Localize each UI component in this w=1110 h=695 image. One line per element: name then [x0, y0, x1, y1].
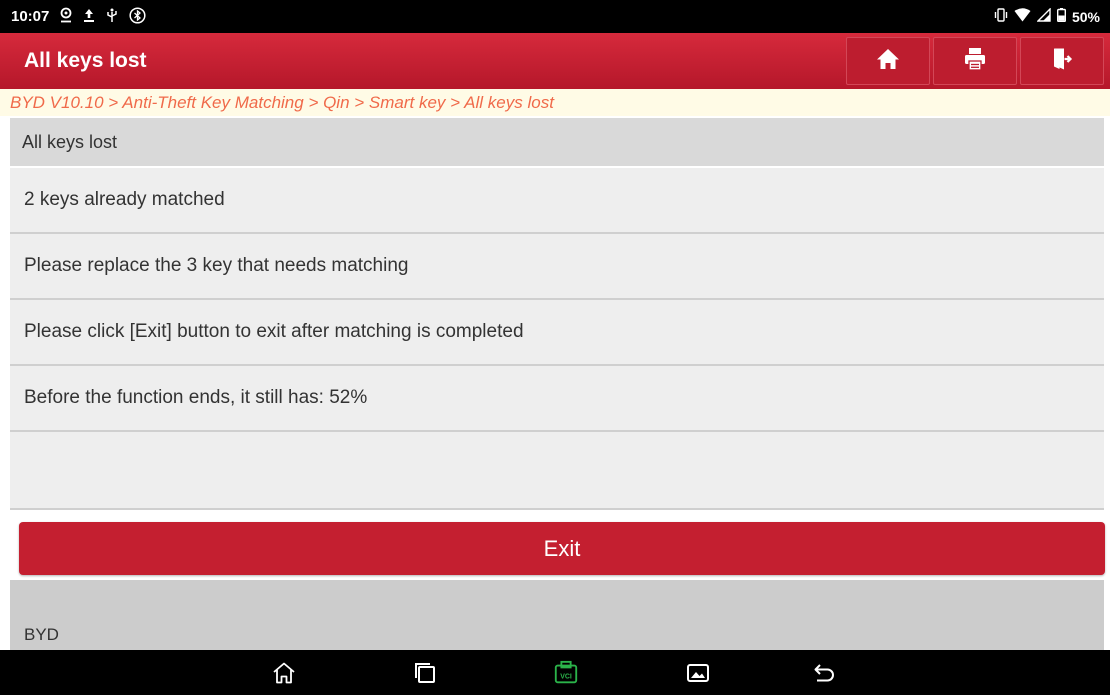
message-row: Before the function ends, it still has: …: [10, 366, 1104, 432]
message-row: Please click [Exit] button to exit after…: [10, 300, 1104, 366]
print-icon: [962, 46, 988, 77]
vci-icon[interactable]: VCI: [552, 659, 580, 687]
bluetooth-icon: [129, 6, 146, 27]
message-text: 2 keys already matched: [24, 189, 225, 210]
home-button[interactable]: [846, 37, 930, 85]
battery-icon: [1056, 8, 1066, 25]
battery-percent: 50%: [1071, 8, 1100, 25]
exit-app-button[interactable]: [1020, 37, 1104, 85]
back-icon[interactable]: [810, 659, 838, 687]
gallery-icon[interactable]: [684, 659, 712, 687]
wifi-icon: [1014, 8, 1031, 25]
message-row-empty: [10, 432, 1104, 510]
home-outline-icon[interactable]: [270, 659, 298, 687]
usb-icon: [105, 7, 119, 26]
footer: BYD: [10, 580, 1104, 650]
message-row: 2 keys already matched: [10, 168, 1104, 234]
message-text: Please replace the 3 key that needs matc…: [24, 255, 409, 276]
page-title: All keys lost: [24, 49, 147, 72]
upload-icon: [83, 7, 95, 26]
exit-door-icon: [1049, 46, 1075, 77]
print-button[interactable]: [933, 37, 1017, 85]
status-bar: 10:07 50%: [0, 0, 1110, 33]
section-header: All keys lost: [10, 118, 1104, 166]
signal-icon: [1036, 7, 1051, 25]
message-row: Please replace the 3 key that needs matc…: [10, 234, 1104, 300]
recent-apps-icon[interactable]: [411, 659, 439, 687]
breadcrumb: BYD V10.10 > Anti-Theft Key Matching > Q…: [0, 89, 1110, 116]
message-text: Before the function ends, it still has: …: [24, 387, 368, 408]
vci-label: VCI: [560, 674, 572, 681]
message-list: 2 keys already matched Please replace th…: [10, 168, 1104, 510]
status-time: 10:07: [11, 8, 50, 25]
message-text: Please click [Exit] button to exit after…: [24, 321, 524, 342]
exit-button[interactable]: Exit: [19, 522, 1105, 575]
vibrate-icon: [994, 8, 1008, 25]
location-icon: [59, 7, 73, 26]
footer-brand: BYD: [24, 625, 59, 644]
navigation-bar: VCI: [0, 650, 1110, 695]
title-bar: All keys lost: [0, 33, 1110, 89]
home-icon: [875, 46, 901, 77]
